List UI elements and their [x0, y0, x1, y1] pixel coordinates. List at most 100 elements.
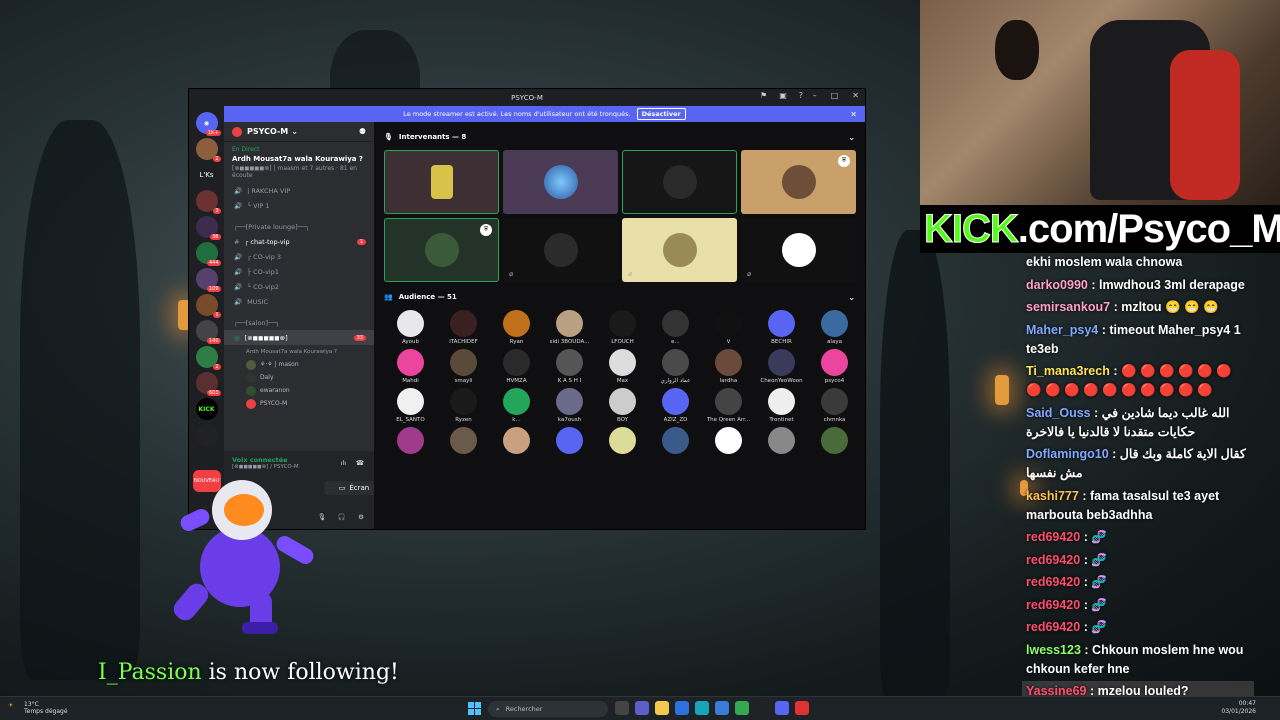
add-member-icon[interactable]: ⚉ [359, 127, 366, 136]
disconnect-icon[interactable]: ☎ [356, 459, 364, 467]
chat-username[interactable]: kashi777 [1026, 489, 1079, 503]
channel-item[interactable]: 🔊 └ VIP 1 [224, 198, 374, 213]
audience-member[interactable]: BECHIR [755, 310, 808, 345]
server-header[interactable]: PSYCO-M ⌄ ⚉ [224, 122, 374, 142]
audience-member[interactable] [596, 427, 649, 456]
audience-member[interactable]: k... [490, 388, 543, 423]
audience-member[interactable]: The Qreen Arr... [702, 388, 755, 423]
audience-member[interactable]: Mahdi [384, 349, 437, 384]
chat-username[interactable]: red69420 [1026, 553, 1080, 567]
close-button[interactable]: ✕ [852, 91, 859, 100]
chat-username[interactable]: Doflamingo10 [1026, 447, 1109, 461]
chrome-icon[interactable] [735, 701, 749, 715]
audience-member[interactable]: psyco4 [808, 349, 861, 384]
taskbar-clock[interactable]: 00:47 03/01/2026 [1221, 700, 1256, 716]
audience-member[interactable]: e... [649, 310, 702, 345]
live-event-card[interactable]: En Direct Ardh Mousat7a wala Kourawiya ?… [224, 142, 374, 183]
audience-member[interactable]: Ryan [490, 310, 543, 345]
server-icon[interactable]: 603 [195, 372, 221, 396]
inbox-icon[interactable]: ⚑ [760, 91, 767, 100]
chat-username[interactable]: Ti_mana3rech [1026, 364, 1110, 378]
minimize-button[interactable]: – [813, 91, 817, 100]
audience-member[interactable] [755, 427, 808, 456]
channel-item[interactable]: 🔊 ┌ CO-vip 3 [224, 249, 374, 264]
audience-member[interactable] [384, 427, 437, 456]
chat-username[interactable]: Yassine69 [1026, 684, 1086, 696]
channel-item[interactable]: 🔊 └ CO-vip2 [224, 279, 374, 294]
soundwave-icon[interactable]: ılı [341, 459, 346, 467]
channel-member[interactable]: ⚘·⚘ | mason [224, 358, 374, 371]
chat-username[interactable]: red69420 [1026, 575, 1080, 589]
discord-icon[interactable] [775, 701, 789, 715]
headphones-icon[interactable]: 🎧 [338, 513, 346, 521]
audience-member[interactable]: Ayoub [384, 310, 437, 345]
server-icon[interactable] [195, 424, 218, 446]
audience-member[interactable]: iTACHIDEF [437, 310, 490, 345]
audience-member[interactable]: Max [596, 349, 649, 384]
chat-username[interactable]: lwess123 [1026, 643, 1081, 657]
channel-category[interactable]: ┌──[salon]──┐ [224, 315, 374, 330]
file-explorer-icon[interactable] [655, 701, 669, 715]
taskbar-search[interactable]: ⌕ Rechercher [488, 701, 608, 717]
audience-member[interactable] [543, 427, 596, 456]
audience-member[interactable]: lardha [702, 349, 755, 384]
speaker-tile[interactable]: ⌀ [622, 218, 737, 282]
server-icon[interactable]: 3 [195, 190, 221, 214]
disable-streamer-button[interactable]: Désactiver [636, 108, 686, 120]
speaker-tile[interactable]: ⛨ [741, 150, 856, 214]
weather-widget[interactable]: 13°C Temps dégagé [24, 701, 68, 715]
help-icon[interactable]: ? [799, 91, 803, 100]
teams-icon[interactable] [635, 701, 649, 715]
audience-member[interactable]: AZIZ_ZD [649, 388, 702, 423]
audience-member[interactable]: ka7oush [543, 388, 596, 423]
audience-member[interactable]: sidi 3BOUDA... [543, 310, 596, 345]
close-banner-icon[interactable]: ✕ [850, 110, 857, 119]
server-icon[interactable]: 444 [195, 242, 221, 266]
channel-member[interactable]: PSYCO-M [224, 397, 374, 410]
active-stage-channel[interactable]: ◎ [⊗◼◼◼◼◼⊗] 33 [224, 330, 374, 345]
audience-member[interactable] [702, 427, 755, 456]
gear-icon[interactable]: ⚙ [358, 513, 364, 521]
audience-member[interactable]: HVMZA [490, 349, 543, 384]
speaker-tile[interactable]: ⌀ [741, 218, 856, 282]
kick-server-icon[interactable]: KICK [195, 398, 218, 420]
audience-member[interactable]: chmnka [808, 388, 861, 423]
audience-header[interactable]: 👥 Audience — 51 ⌄ [384, 288, 855, 306]
audience-member[interactable] [490, 427, 543, 456]
chat-username[interactable]: red69420 [1026, 620, 1080, 634]
server-icon[interactable]: 2 [195, 138, 221, 162]
edge-icon[interactable] [695, 701, 709, 715]
channel-item[interactable]: 🔊 ├ CO-vip1 [224, 264, 374, 279]
obs-icon[interactable] [755, 701, 769, 715]
server-folder-lks[interactable]: L'Ks [196, 164, 218, 186]
discord-home-icon[interactable]: ◉ 1K+ [195, 112, 221, 136]
chat-username[interactable]: Said_Ouss [1026, 406, 1091, 420]
channel-item[interactable]: 🔊 | RAKCHA VIP [224, 183, 374, 198]
mail-icon[interactable] [715, 701, 729, 715]
audience-member[interactable] [437, 427, 490, 456]
speakers-header[interactable]: 🎙 Intervenants — 8 ⌄ [384, 128, 855, 146]
audience-member[interactable] [808, 427, 861, 456]
audience-member[interactable]: EL_SANTO [384, 388, 437, 423]
maximize-button[interactable]: □ [831, 91, 839, 100]
app-icon[interactable] [795, 701, 809, 715]
channel-item[interactable]: # ┌ chat-top-vip 1 [224, 234, 374, 249]
chat-username[interactable]: red69420 [1026, 598, 1080, 612]
chat-username[interactable]: Maher_psy4 [1026, 323, 1098, 337]
screen-icon[interactable]: ▣ [779, 91, 787, 100]
audience-member[interactable] [649, 427, 702, 456]
speaker-tile[interactable]: ⌀ [503, 218, 618, 282]
chat-username[interactable]: semirsankou7 [1026, 300, 1110, 314]
audience-member[interactable]: Trontinet [755, 388, 808, 423]
audience-member[interactable]: CheonYeoWoon [755, 349, 808, 384]
server-icon[interactable]: 36 [195, 216, 221, 240]
audience-member[interactable]: LFOUCH [596, 310, 649, 345]
server-icon[interactable]: 1 [195, 294, 221, 318]
chat-username[interactable]: red69420 [1026, 530, 1080, 544]
windows-start-icon[interactable] [468, 702, 481, 715]
channel-member[interactable]: ewaranon [224, 384, 374, 397]
channel-item[interactable]: 🔊 MUSIC [224, 294, 374, 309]
store-icon[interactable] [675, 701, 689, 715]
audience-member[interactable]: smayli [437, 349, 490, 384]
audience-member[interactable]: عماد الزواري [649, 349, 702, 384]
